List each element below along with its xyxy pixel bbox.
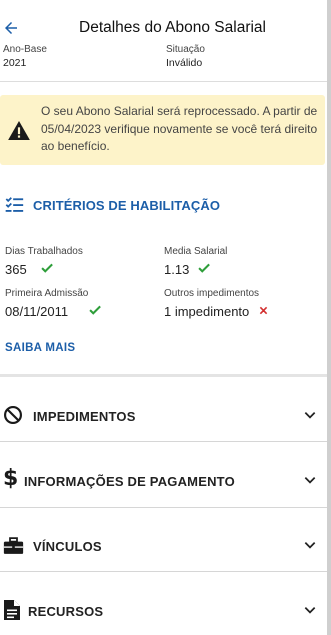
- chevron-down-icon: [304, 477, 316, 484]
- briefcase-icon: [3, 537, 24, 554]
- media-salarial-value: 1.13: [164, 262, 190, 277]
- close-icon: [259, 306, 268, 315]
- block-icon: [4, 406, 22, 424]
- checklist-icon: [5, 197, 24, 212]
- divider: [0, 374, 331, 377]
- reprocess-alert: O seu Abono Salarial será reprocessado. …: [0, 95, 325, 165]
- section-label: INFORMAÇÕES DE PAGAMENTO: [24, 474, 235, 489]
- media-salarial-label: Media Salarial: [164, 246, 228, 257]
- section-informacoes-pagamento[interactable]: $ INFORMAÇÕES DE PAGAMENTO: [0, 449, 331, 513]
- primeira-admissao-label: Primeira Admissão: [5, 288, 89, 299]
- section-impedimentos[interactable]: IMPEDIMENTOS: [0, 384, 331, 448]
- outros-impedimentos-label: Outros impedimentos: [164, 288, 260, 299]
- situacao-value: Inválido: [166, 57, 203, 69]
- divider: [0, 441, 331, 442]
- section-vinculos[interactable]: VÍNCULOS: [0, 514, 331, 578]
- dollar-icon: $: [3, 466, 19, 491]
- check-icon: [41, 263, 53, 273]
- ano-base-label: Ano-Base: [3, 44, 47, 55]
- back-arrow-icon[interactable]: [2, 19, 20, 37]
- saiba-mais-link[interactable]: SAIBA MAIS: [5, 342, 75, 354]
- document-icon: [4, 600, 20, 620]
- situacao-label: Situação: [166, 44, 205, 55]
- ano-base-value: 2021: [3, 57, 27, 69]
- section-label: IMPEDIMENTOS: [33, 409, 136, 424]
- header: Detalhes do Abono Salarial Ano-Base 2021…: [0, 0, 331, 82]
- outros-impedimentos-value: 1 impedimento: [164, 304, 250, 319]
- screen: Detalhes do Abono Salarial Ano-Base 2021…: [0, 0, 331, 635]
- chevron-down-icon: [304, 412, 316, 419]
- check-icon: [89, 305, 101, 315]
- chevron-down-icon: [304, 607, 316, 614]
- alert-text: O seu Abono Salarial será reprocessado. …: [41, 104, 318, 153]
- dias-trabalhados-value: 365: [5, 262, 27, 277]
- scrollbar[interactable]: [327, 0, 331, 635]
- check-icon: [198, 263, 210, 273]
- primeira-admissao-value: 08/11/2011: [5, 304, 69, 319]
- divider: [0, 507, 331, 508]
- dias-trabalhados-label: Dias Trabalhados: [5, 246, 83, 257]
- criterios-title[interactable]: CRITÉRIOS DE HABILITAÇÃO: [33, 198, 220, 213]
- warning-icon: [8, 121, 30, 140]
- page-title: Detalhes do Abono Salarial: [79, 19, 266, 36]
- divider: [0, 571, 331, 572]
- chevron-down-icon: [304, 542, 316, 549]
- section-label: VÍNCULOS: [33, 539, 102, 554]
- section-recursos[interactable]: RECURSOS: [0, 578, 331, 635]
- section-label: RECURSOS: [28, 604, 104, 619]
